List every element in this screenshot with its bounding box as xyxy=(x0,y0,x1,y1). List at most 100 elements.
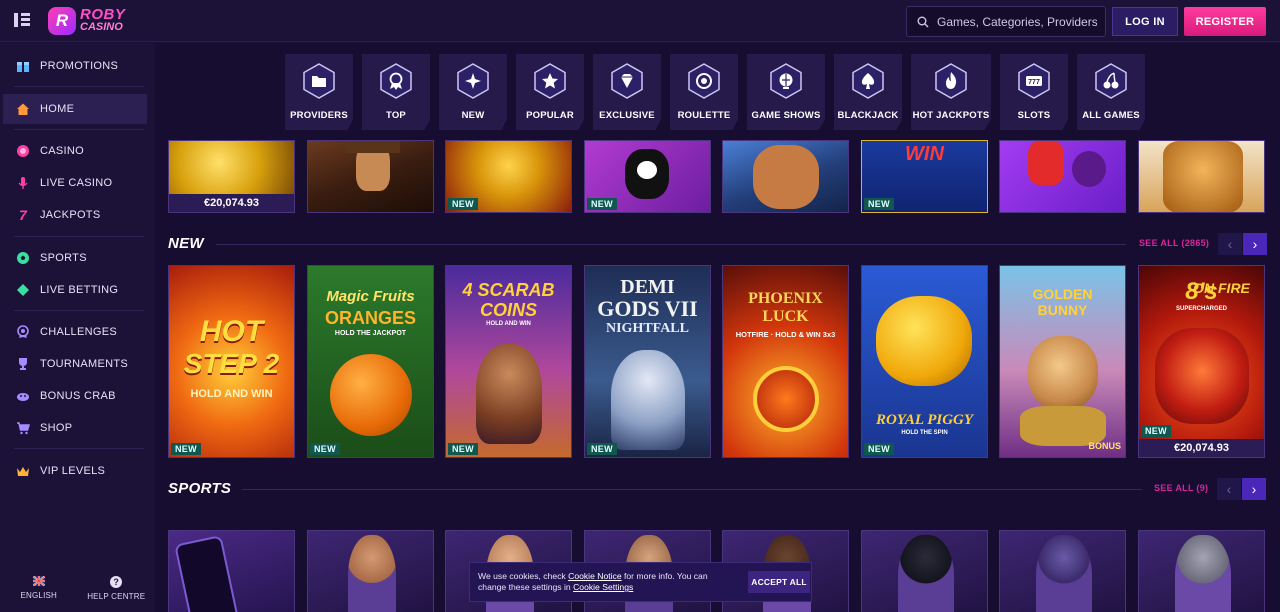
sidebar-divider xyxy=(14,236,144,237)
see-all-link[interactable]: SEE ALL (9) xyxy=(1154,483,1208,493)
sidebar: PROMOTIONS HOME CASINO LIVE CASINO 7 JAC… xyxy=(0,43,155,612)
category-blackjack[interactable]: BLACKJACK xyxy=(834,54,902,130)
new-badge: NEW xyxy=(171,443,201,455)
game-tile[interactable]: 8's ON FIRE SUPERCHARGED NEW €20,074.93 xyxy=(1138,265,1265,458)
game-tile[interactable]: GOLDEN BUNNY BONUS xyxy=(999,265,1126,458)
category-providers[interactable]: PROVIDERS xyxy=(285,54,353,130)
game-tile[interactable]: NEW xyxy=(584,140,711,213)
game-tile[interactable]: HOT STEP 2 HOLD AND WIN NEW xyxy=(168,265,295,458)
carousel-prev-button[interactable]: ‹ xyxy=(1218,233,1242,255)
category-game-shows[interactable]: GAME SHOWS xyxy=(747,54,825,130)
football-player-figure xyxy=(1036,535,1092,612)
sports-tile[interactable] xyxy=(168,530,295,612)
help-icon: ? xyxy=(110,575,123,588)
category-slots[interactable]: 777 SLOTS xyxy=(1000,54,1068,130)
search-box[interactable] xyxy=(906,6,1106,37)
category-top[interactable]: TOP xyxy=(362,54,430,130)
sports-tile[interactable] xyxy=(861,530,988,612)
carousel-next-button[interactable]: › xyxy=(1242,478,1266,500)
sidebar-item-label: SPORTS xyxy=(40,252,87,264)
main-content: PROVIDERS TOP NEW POPULAR EXCLUSIVE ROUL… xyxy=(155,43,1280,612)
sidebar-item-label: CHALLENGES xyxy=(40,326,117,338)
sidebar-item-label: LIVE CASINO xyxy=(40,177,113,189)
register-button[interactable]: REGISTER xyxy=(1184,7,1266,36)
new-badge: NEW xyxy=(448,198,478,210)
star-icon xyxy=(531,62,569,100)
sidebar-item-shop[interactable]: SHOP xyxy=(0,413,155,443)
search-icon xyxy=(917,16,929,27)
help-label: HELP CENTRE xyxy=(87,591,146,601)
game-tile[interactable]: PHOENIX LUCK HOTFIRE · HOLD & WIN 3x3 xyxy=(722,265,849,458)
sidebar-item-bonus-crab[interactable]: BONUS CRAB xyxy=(0,381,155,411)
golden-piggy xyxy=(876,296,972,386)
dragon-head xyxy=(1155,328,1249,424)
chevron-right-icon: › xyxy=(1252,236,1258,252)
sidebar-item-vip-levels[interactable]: VIP LEVELS xyxy=(0,456,155,486)
category-popular[interactable]: POPULAR xyxy=(516,54,584,130)
chevron-left-icon: ‹ xyxy=(1227,236,1233,252)
warrior-figure xyxy=(753,145,819,209)
folder-icon xyxy=(300,62,338,100)
game-tile[interactable]: ROYAL PIGGY HOLD THE SPIN NEW xyxy=(861,265,988,458)
game-tile[interactable] xyxy=(999,140,1126,213)
sidebar-item-casino[interactable]: CASINO xyxy=(0,136,155,166)
sidebar-item-promotions[interactable]: PROMOTIONS xyxy=(0,51,155,81)
help-centre-link[interactable]: ? HELP CENTRE xyxy=(78,564,156,612)
god-figure xyxy=(611,350,685,450)
game-tile[interactable] xyxy=(307,140,434,213)
accept-all-button[interactable]: ACCEPT ALL xyxy=(748,571,810,593)
category-roulette[interactable]: ROULETTE xyxy=(670,54,738,130)
category-hot-jackpots[interactable]: HOT JACKPOTS xyxy=(911,54,991,130)
game-subtitle: HOLD AND WIN xyxy=(190,388,273,400)
bunny-figure xyxy=(1028,336,1098,410)
sports-tile[interactable] xyxy=(307,530,434,612)
new-badge: NEW xyxy=(1141,425,1171,437)
chevron-left-icon: ‹ xyxy=(1226,481,1232,497)
section-title: SPORTS xyxy=(168,480,232,497)
sidebar-item-home[interactable]: HOME xyxy=(3,94,147,124)
gift-icon xyxy=(16,59,30,73)
sidebar-item-sports[interactable]: SPORTS xyxy=(0,243,155,273)
logo[interactable]: R ROBY CASINO xyxy=(48,6,125,36)
game-tile[interactable] xyxy=(722,140,849,213)
carousel-next-button[interactable]: › xyxy=(1243,233,1267,255)
sports-tile[interactable] xyxy=(999,530,1126,612)
search-input[interactable] xyxy=(937,14,1097,29)
new-section-header: NEW SEE ALL (2865) ‹ › xyxy=(168,233,1267,255)
sidebar-divider xyxy=(14,310,144,311)
sidebar-item-label: HOME xyxy=(40,103,75,115)
cartoon-cat-face xyxy=(637,161,657,179)
game-tile[interactable]: NEW xyxy=(445,140,572,213)
flame-icon xyxy=(932,62,970,100)
game-tile[interactable]: 4 SCARAB COINS HOLD AND WIN NEW xyxy=(445,265,572,458)
cookie-banner: We use cookies, check Cookie Notice for … xyxy=(469,562,812,602)
game-tile[interactable]: Magic Fruits ORANGES HOLD THE JACKPOT NE… xyxy=(307,265,434,458)
sports-tile[interactable] xyxy=(1138,530,1265,612)
sidebar-item-challenges[interactable]: CHALLENGES xyxy=(0,317,155,347)
game-title-line1: HOT xyxy=(199,315,264,348)
carousel-prev-button[interactable]: ‹ xyxy=(1217,478,1241,500)
category-new[interactable]: NEW xyxy=(439,54,507,130)
crown-icon xyxy=(16,464,30,478)
game-title-line1: 4 SCARAB xyxy=(462,280,555,300)
sidebar-item-live-betting[interactable]: LIVE BETTING xyxy=(0,275,155,305)
login-button[interactable]: LOG IN xyxy=(1112,7,1178,36)
cookie-notice-link[interactable]: Cookie Notice xyxy=(568,571,622,581)
sidebar-item-jackpots[interactable]: 7 JACKPOTS xyxy=(0,200,155,230)
new-badge: NEW xyxy=(587,198,617,210)
sidebar-toggle-icon[interactable] xyxy=(14,13,30,27)
cookie-settings-link[interactable]: Cookie Settings xyxy=(573,582,633,592)
sidebar-item-live-casino[interactable]: LIVE CASINO xyxy=(0,168,155,198)
sidebar-item-tournaments[interactable]: TOURNAMENTS xyxy=(0,349,155,379)
language-selector[interactable]: ENGLISH xyxy=(0,564,78,612)
game-tile[interactable]: WIN NEW xyxy=(861,140,988,213)
game-tile[interactable] xyxy=(1138,140,1265,213)
see-all-link[interactable]: SEE ALL (2865) xyxy=(1139,238,1209,248)
game-tile[interactable]: DEMI GODS VII NIGHTFALL NEW xyxy=(584,265,711,458)
game-tile[interactable]: €20,074.93 xyxy=(168,140,295,213)
game-title-line2: ORANGES xyxy=(324,308,416,328)
game-title-line1: PHOENIX xyxy=(748,290,823,307)
jackpot-amount: €20,074.93 xyxy=(169,194,294,212)
category-exclusive[interactable]: EXCLUSIVE xyxy=(593,54,661,130)
category-all-games[interactable]: ALL GAMES xyxy=(1077,54,1145,130)
